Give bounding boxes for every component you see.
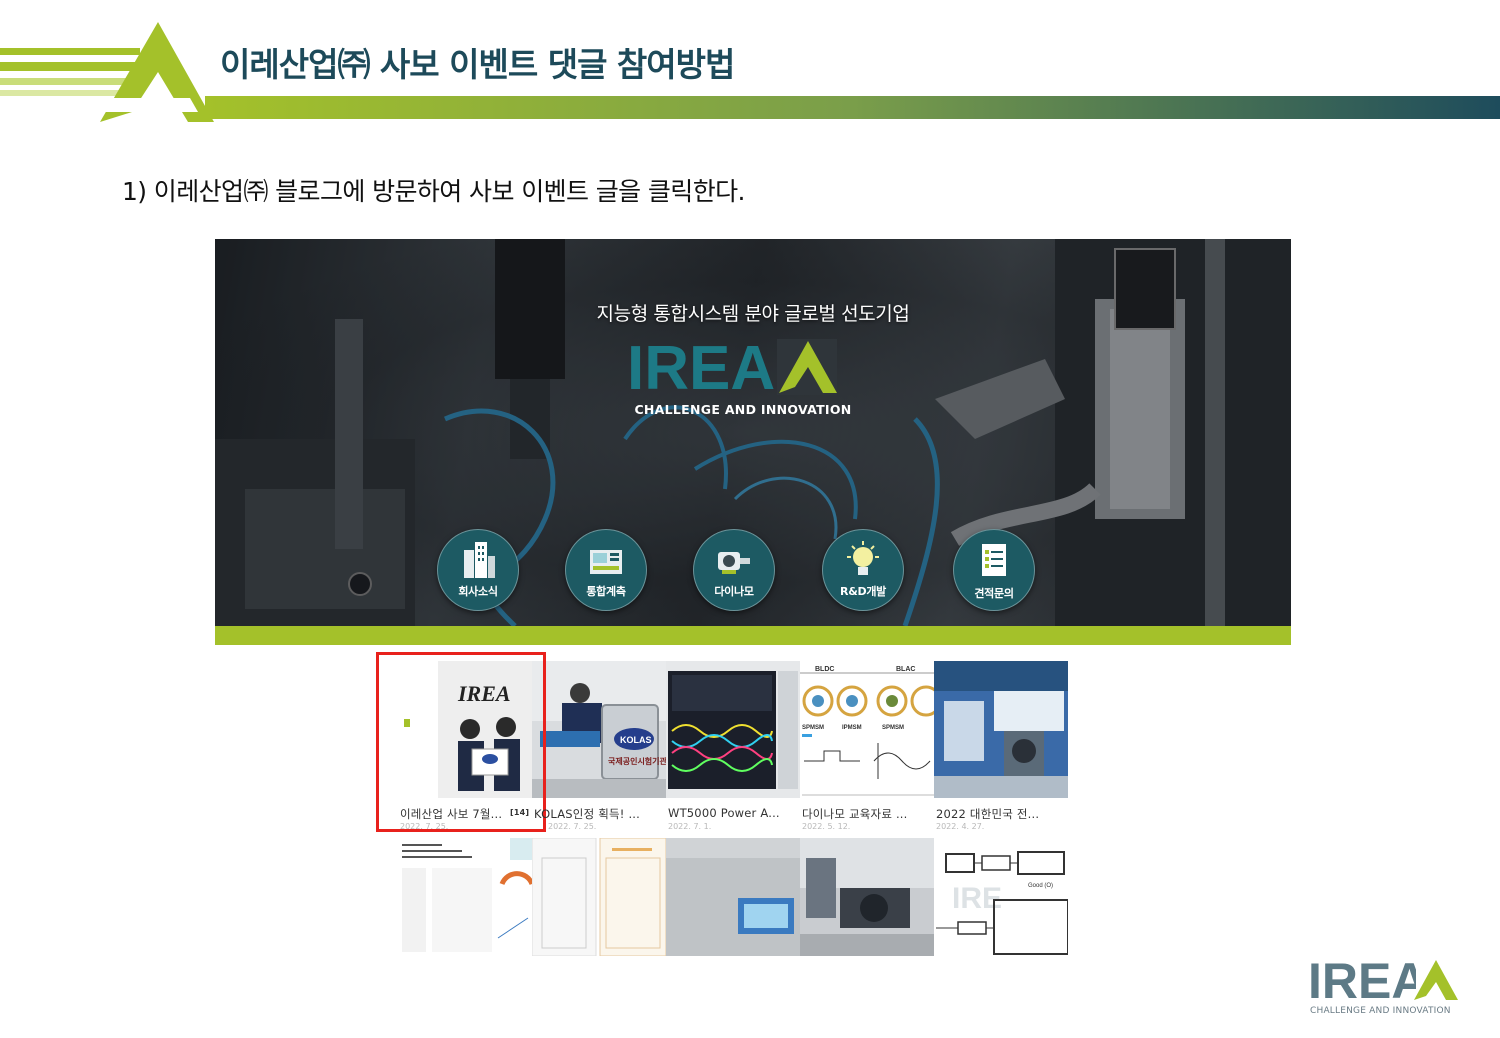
post-date: 2022. 5. 12. bbox=[802, 822, 851, 831]
footer-logo-text: IREA bbox=[1308, 956, 1427, 1002]
irea-logo: IREA bbox=[627, 337, 837, 395]
report-doc bbox=[398, 838, 532, 956]
footer-slogan: CHALLENGE AND INNOVATION bbox=[1310, 1006, 1451, 1016]
banner-tagline: 지능형 통합시스템 분야 글로벌 선도기업 bbox=[596, 303, 910, 325]
wt5000-screen bbox=[666, 661, 800, 798]
menu-company-news[interactable]: 회사소식 bbox=[437, 529, 519, 611]
lightbulb-icon bbox=[847, 541, 879, 575]
svg-text:IPMSM: IPMSM bbox=[842, 725, 862, 731]
menu-label: 다이나모 bbox=[714, 585, 754, 598]
post-title[interactable]: KOLAS인정 획득! ... bbox=[534, 806, 652, 822]
svg-text:BLDC: BLDC bbox=[815, 666, 834, 673]
menu-rnd[interactable]: R&D개발 bbox=[822, 529, 904, 611]
kolas-sign-text: 국제공인시험기관 bbox=[608, 756, 666, 766]
post-thumbnail-table[interactable] bbox=[532, 838, 666, 956]
menu-label: R&D개발 bbox=[840, 585, 886, 598]
post-date: 2022. 7. 25. bbox=[548, 822, 597, 831]
banner-green-strip bbox=[215, 626, 1291, 645]
irea-logo-text: IREA bbox=[627, 337, 775, 395]
exhibition-photo bbox=[934, 661, 1068, 798]
measurement-device-icon bbox=[590, 550, 622, 574]
post-thumbnail-report[interactable] bbox=[398, 838, 532, 956]
post-thumbnail-exhibition[interactable] bbox=[934, 661, 1068, 798]
comment-count: [14] bbox=[510, 808, 530, 817]
post-title[interactable]: 다이나모 교육자료 ... bbox=[802, 806, 920, 822]
document-icon bbox=[982, 544, 1006, 576]
post-title[interactable]: 이레산업 사보 7월... bbox=[400, 806, 512, 822]
menu-label: 견적문의 bbox=[974, 587, 1014, 600]
motor-icon bbox=[718, 552, 750, 574]
equipment-photo bbox=[666, 838, 800, 956]
post-date: 2022. 7. 1. bbox=[668, 822, 712, 831]
svg-text:SPMSM: SPMSM bbox=[802, 725, 824, 731]
menu-integrated-measurement[interactable]: 통합계측 bbox=[565, 529, 647, 611]
motor-diagram: BLDC BLAC SPMSM IPMSM SPMSM bbox=[800, 661, 934, 798]
banner-slogan: CHALLENGE AND INNOVATION bbox=[634, 402, 852, 417]
table-doc bbox=[532, 838, 666, 956]
highlight-box bbox=[376, 652, 546, 832]
menu-quote-inquiry[interactable]: 견적문의 bbox=[953, 529, 1035, 611]
post-date: 2022. 4. 27. bbox=[936, 822, 985, 831]
dynamo-room-photo bbox=[800, 838, 934, 956]
post-thumbnail-dynamo-edu[interactable]: BLDC BLAC SPMSM IPMSM SPMSM bbox=[800, 661, 934, 798]
post-thumbnail-equipment[interactable] bbox=[666, 838, 800, 956]
post-date: 2022. 7. 25. bbox=[400, 822, 449, 831]
svg-text:BLAC: BLAC bbox=[896, 666, 915, 673]
building-icon bbox=[464, 542, 495, 578]
kolas-photo: KOLAS 국제공인시험기관 bbox=[532, 661, 666, 798]
footer-irea-logo: IREA bbox=[1308, 956, 1458, 1002]
post-thumbnail-flow-diagram[interactable]: Good (O) IRE bbox=[934, 838, 1068, 956]
menu-label: 통합계측 bbox=[586, 585, 626, 598]
post-thumbnail-wt5000[interactable] bbox=[666, 661, 800, 798]
instruction-step-1: 1) 이레산업㈜ 블로그에 방문하여 사보 이벤트 글을 클릭한다. bbox=[122, 177, 745, 206]
post-title[interactable]: 2022 대한민국 전... bbox=[936, 806, 1054, 822]
blog-banner: 지능형 통합시스템 분야 글로벌 선도기업 IREA CHALLENGE AND… bbox=[215, 239, 1291, 626]
flow-diagram: Good (O) IRE bbox=[934, 838, 1068, 956]
svg-text:SPMSM: SPMSM bbox=[882, 725, 904, 731]
menu-label: 회사소식 bbox=[458, 585, 498, 598]
post-title[interactable]: WT5000 Power A... bbox=[668, 806, 786, 820]
post-thumbnail-dynamo-room[interactable] bbox=[800, 838, 934, 956]
slide-title: 이레산업㈜ 사보 이벤트 댓글 참여방법 bbox=[220, 45, 735, 84]
svg-text:Good (O): Good (O) bbox=[1028, 883, 1053, 889]
menu-dynamo[interactable]: 다이나모 bbox=[693, 529, 775, 611]
kolas-badge-text: KOLAS bbox=[620, 735, 652, 745]
post-thumbnail-kolas[interactable]: KOLAS 국제공인시험기관 bbox=[532, 661, 666, 798]
